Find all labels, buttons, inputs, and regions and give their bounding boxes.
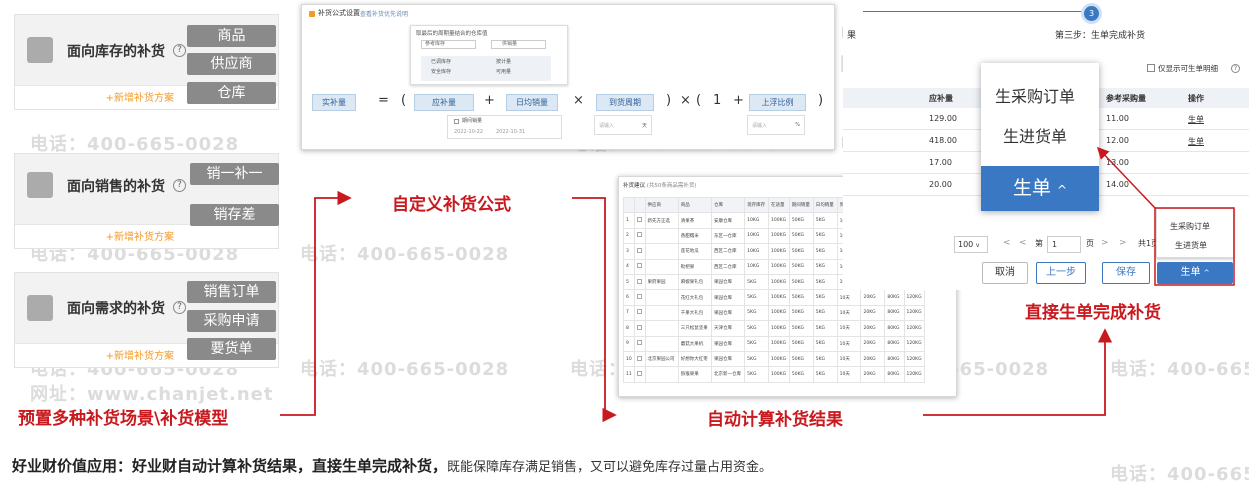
- footer-normal: 既能保障库存满足销售，又可以避免库存过量占用资金。: [447, 460, 773, 475]
- footer-text: 好业财价值应用：好业财自动计算补货结果，直接生单完成补货，既能保障库存满足销售，…: [12, 455, 772, 476]
- flow-arrow-2: [572, 197, 617, 423]
- flow-arrow-3: [923, 328, 1113, 416]
- flow-arrow-1: [280, 190, 352, 416]
- pointer-arrow: [1096, 146, 1156, 209]
- footer-bold: 好业财价值应用：好业财自动计算补货结果，直接生单完成补货，: [12, 457, 448, 475]
- order-caption: 直接生单完成补货: [1025, 303, 1161, 323]
- highlight-frame: [1154, 207, 1235, 286]
- annotation-overlay: [280, 146, 1235, 423]
